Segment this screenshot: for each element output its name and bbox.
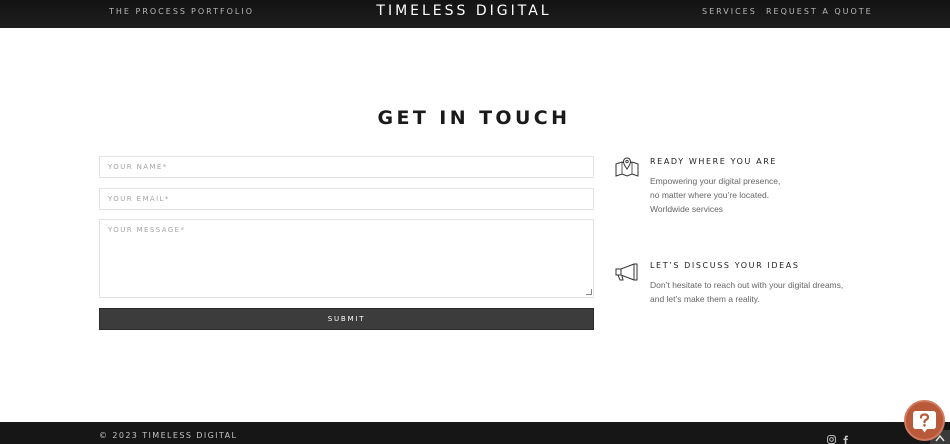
nav-link-request-a-quote[interactable]: REQUEST A QUOTE (766, 7, 873, 16)
top-navigation-bar: THE PROCESS PORTFOLIO TIMELESS DIGITAL S… (0, 0, 950, 28)
resize-handle[interactable] (586, 289, 592, 295)
info-title-ideas: LET’S DISCUSS YOUR IDEAS (650, 261, 800, 270)
email-field[interactable] (99, 188, 594, 210)
copyright-text: © 2023 TIMELESS DIGITAL (99, 431, 238, 440)
info-text-line: Empowering your digital presence, (650, 176, 781, 186)
question-bubble-icon (906, 411, 943, 443)
info-text-line: and let’s make them a reality. (650, 294, 760, 304)
nav-link-services[interactable]: SERVICES (702, 7, 757, 16)
name-field[interactable] (99, 156, 594, 178)
megaphone-icon (614, 261, 640, 283)
submit-button[interactable]: SUBMIT (99, 308, 594, 330)
map-pin-icon (614, 156, 640, 178)
facebook-icon[interactable] (841, 431, 850, 444)
instagram-icon[interactable] (827, 431, 836, 444)
footer: © 2023 TIMELESS DIGITAL (0, 422, 950, 444)
info-title-location: READY WHERE YOU ARE (650, 157, 778, 166)
help-chat-button[interactable] (904, 400, 945, 441)
info-text-line: Don’t hesitate to reach out with your di… (650, 280, 844, 290)
contact-heading: GET IN TOUCH (377, 107, 571, 129)
info-text-line: Worldwide services (650, 204, 724, 214)
message-field[interactable] (99, 219, 594, 298)
info-text-line: no matter where you’re located. (650, 190, 770, 200)
